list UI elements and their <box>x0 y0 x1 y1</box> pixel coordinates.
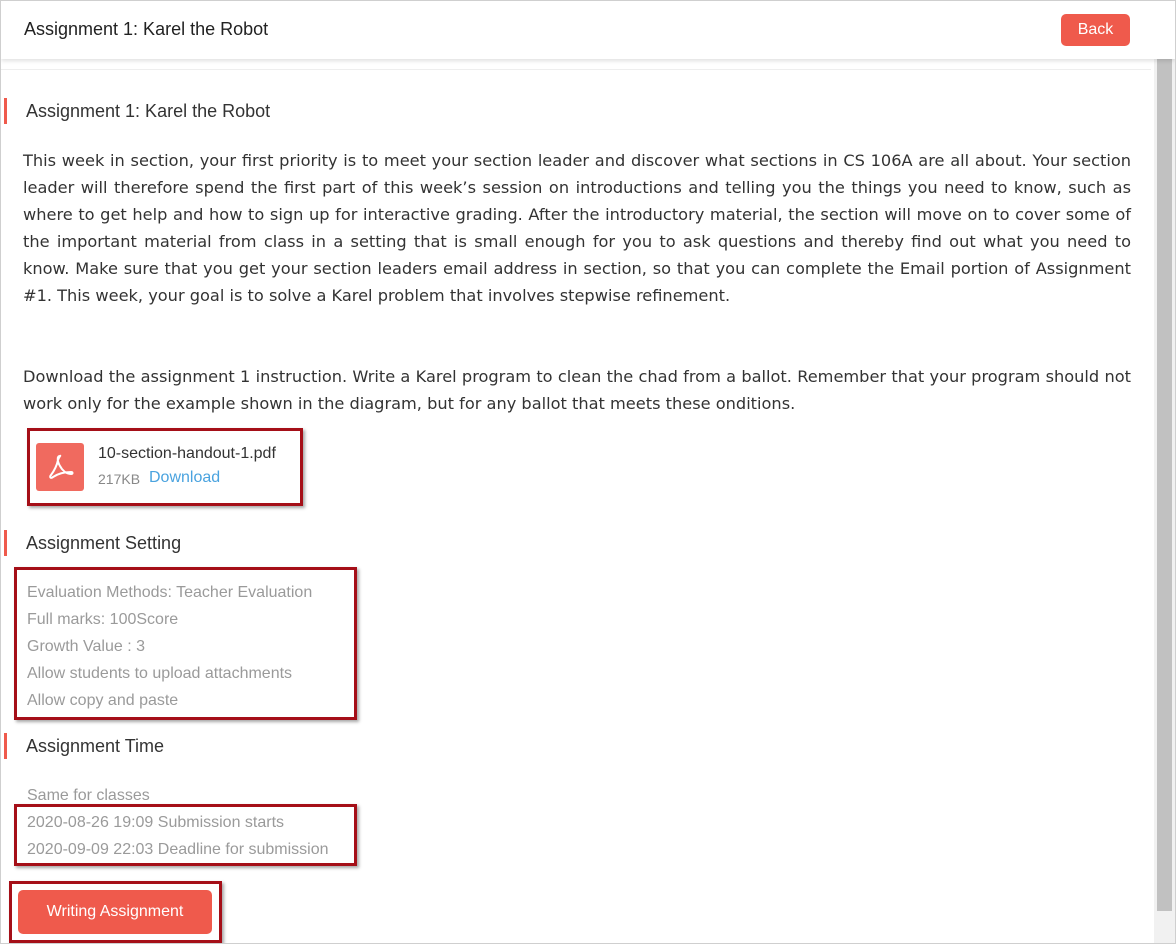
main-content: Assignment 1: Karel the Robot This week … <box>1 69 1151 943</box>
writing-assignment-button[interactable]: Writing Assignment <box>18 890 212 934</box>
full-marks: Full marks: 100Score <box>27 611 179 628</box>
assignment-heading: Assignment 1: Karel the Robot <box>4 98 270 124</box>
back-button[interactable]: Back <box>1061 14 1130 46</box>
settings-heading: Assignment Setting <box>4 530 181 556</box>
attachment-filename: 10-section-handout-1.pdf <box>98 445 276 462</box>
upload-permission: Allow students to upload attachments <box>27 665 293 682</box>
top-bar: Assignment 1: Karel the Robot Back <box>1 1 1175 59</box>
copy-paste-permission: Allow copy and paste <box>27 692 179 709</box>
attachment-card: 10-section-handout-1.pdf 217KB Download <box>27 428 303 506</box>
assignment-instruction: Download the assignment 1 instruction. W… <box>23 367 1131 413</box>
evaluation-method: Evaluation Methods: Teacher Evaluation <box>27 584 313 601</box>
attachment-size: 217KB <box>98 471 141 487</box>
assignment-description: This week in section, your first priorit… <box>23 151 1131 305</box>
page-title: Assignment 1: Karel the Robot <box>24 19 269 39</box>
assignment-window: Assignment 1: Karel the Robot Back Assig… <box>0 0 1176 944</box>
vertical-scrollbar[interactable] <box>1154 37 1175 943</box>
growth-value: Growth Value : 3 <box>27 638 145 655</box>
time-heading: Assignment Time <box>4 733 164 759</box>
pdf-icon <box>36 443 84 491</box>
submission-deadline: 2020-09-09 22:03 Deadline for submission <box>27 841 329 858</box>
scrollbar-thumb[interactable] <box>1157 41 1172 911</box>
same-for-classes: Same for classes <box>27 787 150 804</box>
submission-start: 2020-08-26 19:09 Submission starts <box>27 814 285 831</box>
download-link[interactable]: Download <box>149 469 220 487</box>
